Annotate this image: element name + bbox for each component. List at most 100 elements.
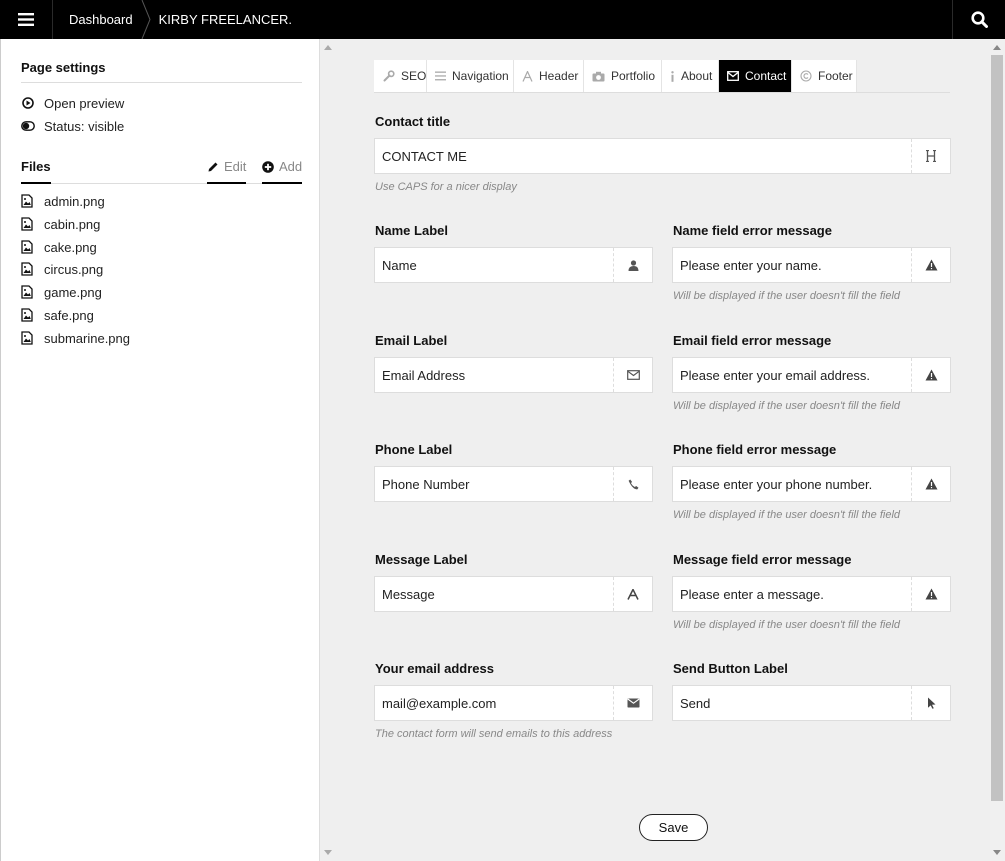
envelope-icon — [727, 71, 739, 81]
image-file-icon — [21, 217, 33, 231]
file-item[interactable]: game.png — [21, 283, 102, 301]
pencil-icon — [208, 162, 218, 171]
email-label-field[interactable]: Email Address — [374, 357, 653, 393]
file-name: circus.png — [44, 261, 104, 277]
tab-portfolio[interactable]: Portfolio — [584, 60, 662, 92]
hamburger-menu-icon — [18, 13, 34, 26]
scroll-up-arrow[interactable] — [993, 45, 1001, 50]
file-item[interactable]: circus.png — [21, 260, 103, 278]
tab-label: Header — [539, 69, 579, 83]
email-error-field[interactable]: Please enter your email address. — [672, 357, 951, 393]
message-error-field[interactable]: Please enter a message. — [672, 576, 951, 612]
plus-circle-icon — [262, 160, 274, 173]
image-file-icon — [21, 262, 33, 276]
main-scroll-up-arrow[interactable] — [324, 45, 332, 50]
file-name: submarine.png — [44, 330, 130, 346]
file-item[interactable]: admin.png — [21, 192, 105, 210]
top-bar: Dashboard KIRBY FREELANCER. — [0, 0, 1005, 39]
phone-error-help: Will be displayed if the user doesn't fi… — [673, 509, 901, 521]
font-icon — [522, 70, 533, 82]
tab-header[interactable]: Header — [514, 60, 584, 92]
envelope-filled-icon — [613, 686, 652, 720]
tab-label: SEO — [401, 69, 427, 83]
name-error-value: Please enter your name. — [680, 257, 822, 273]
your-email-label: Your email address — [375, 661, 494, 676]
page-settings-title: Page settings — [21, 60, 106, 75]
save-button[interactable]: Save — [639, 814, 708, 841]
email-label-value: Email Address — [382, 367, 466, 383]
your-email-value: mail@example.com — [382, 695, 497, 711]
contact-title-help: Use CAPS for a nicer display — [375, 181, 517, 193]
tab-about[interactable]: About — [662, 60, 719, 92]
search-button[interactable] — [952, 0, 1005, 39]
tab-label: Portfolio — [611, 69, 656, 83]
copyright-icon — [800, 70, 812, 82]
file-item[interactable]: submarine.png — [21, 329, 130, 347]
name-label-value: Name — [382, 257, 417, 273]
wrench-icon — [383, 70, 395, 82]
contact-title-field[interactable]: CONTACT ME — [374, 138, 951, 174]
breadcrumb-dashboard[interactable]: Dashboard — [53, 0, 141, 39]
menu-button[interactable] — [0, 0, 53, 39]
breadcrumb-page[interactable]: KIRBY FREELANCER. — [151, 0, 292, 39]
email-error-help: Will be displayed if the user doesn't fi… — [673, 400, 901, 412]
file-name: admin.png — [44, 193, 105, 209]
contact-title-value: CONTACT ME — [382, 148, 467, 164]
tab-bar: SEO Navigation Header Portfolio About Co… — [374, 60, 950, 93]
files-header: Files Edit Add — [21, 154, 303, 184]
file-name: cabin.png — [44, 216, 101, 232]
scroll-thumb[interactable] — [991, 55, 1003, 801]
name-label-label: Name Label — [375, 223, 448, 238]
files-edit-button[interactable]: Edit — [207, 159, 247, 184]
your-email-field[interactable]: mail@example.com — [374, 685, 653, 721]
warning-icon — [911, 358, 950, 392]
file-name: game.png — [44, 284, 102, 300]
status-label: Status: visible — [44, 118, 125, 134]
camera-icon — [592, 71, 605, 82]
tab-contact[interactable]: Contact — [719, 60, 792, 92]
tab-navigation[interactable]: Navigation — [427, 60, 514, 92]
tab-seo[interactable]: SEO — [374, 60, 427, 92]
open-preview-link[interactable]: Open preview — [21, 93, 124, 113]
image-file-icon — [21, 285, 33, 299]
send-button-label-label: Send Button Label — [673, 661, 788, 676]
pointer-icon — [911, 686, 950, 720]
tab-label: Navigation — [452, 69, 509, 83]
file-item[interactable]: safe.png — [21, 306, 94, 324]
status-toggle[interactable]: Status: visible — [21, 116, 124, 136]
tab-label: Footer — [818, 69, 853, 83]
warning-icon — [911, 467, 950, 501]
main-scroll-down-arrow[interactable] — [324, 850, 332, 855]
phone-error-field[interactable]: Please enter your phone number. — [672, 466, 951, 502]
file-item[interactable]: cake.png — [21, 238, 97, 256]
file-item[interactable]: cabin.png — [21, 215, 100, 233]
name-error-field[interactable]: Please enter your name. — [672, 247, 951, 283]
message-label-value: Message — [382, 586, 435, 602]
message-error-help: Will be displayed if the user doesn't fi… — [673, 619, 901, 631]
file-name: cake.png — [44, 239, 97, 255]
send-button-label-value: Send — [680, 695, 711, 711]
files-add-label: Add — [279, 159, 303, 174]
message-label-field[interactable]: Message — [374, 576, 653, 612]
heading-icon — [911, 139, 950, 173]
name-label-field[interactable]: Name — [374, 247, 653, 283]
info-icon — [670, 70, 675, 82]
page-scrollbar[interactable] — [990, 39, 1005, 861]
email-label-label: Email Label — [375, 333, 448, 348]
tab-footer[interactable]: Footer — [792, 60, 857, 92]
files-add-button[interactable]: Add — [262, 159, 303, 184]
files-edit-label: Edit — [224, 159, 247, 174]
file-name: safe.png — [44, 307, 94, 323]
warning-icon — [911, 577, 950, 611]
phone-label-value: Phone Number — [382, 476, 470, 492]
phone-label-field[interactable]: Phone Number — [374, 466, 653, 502]
font-icon — [613, 577, 652, 611]
scroll-down-arrow[interactable] — [993, 850, 1001, 855]
your-email-help: The contact form will send emails to thi… — [375, 728, 613, 740]
phone-error-label: Phone field error message — [673, 442, 837, 457]
send-button-label-field[interactable]: Send — [672, 685, 951, 721]
tab-label: About — [681, 69, 713, 83]
contact-title-label: Contact title — [375, 114, 451, 129]
toggle-icon — [21, 119, 35, 133]
message-label-label: Message Label — [375, 552, 468, 567]
